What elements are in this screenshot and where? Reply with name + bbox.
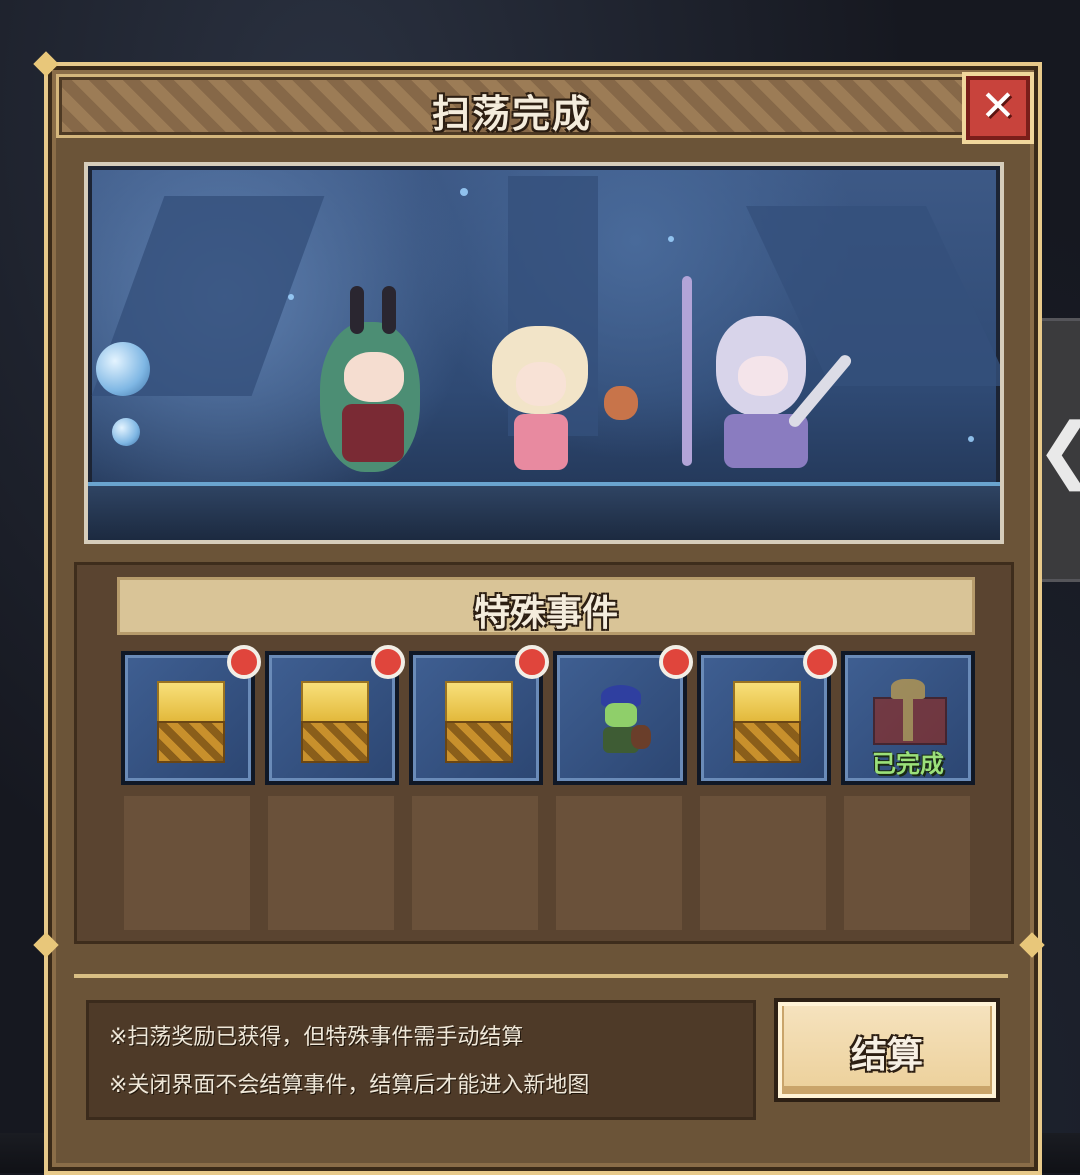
new-badge xyxy=(227,645,261,679)
goblin-merchant-icon xyxy=(593,685,651,757)
scene-sparkle xyxy=(460,188,468,196)
new-badge xyxy=(371,645,405,679)
treasure-chest-icon xyxy=(157,681,225,763)
character-bunny-knight xyxy=(646,276,854,476)
event-slot-chest[interactable] xyxy=(265,645,405,785)
scene-sparkle xyxy=(968,436,974,442)
close-icon: ✕ xyxy=(980,81,1016,130)
character-green-hair xyxy=(320,286,430,472)
event-slot-chest[interactable] xyxy=(121,645,261,785)
event-slot-gift-completed[interactable]: 已完成 xyxy=(841,651,975,785)
new-badge xyxy=(659,645,693,679)
settle-button-label: 结算 xyxy=(850,1035,923,1076)
sweep-complete-dialog: 扫荡完成 ✕ 特殊事件 已完成 ※扫荡奖励已获得，但特殊事件需手动结算 ※关闭界… xyxy=(33,51,1045,1175)
new-badge xyxy=(803,645,837,679)
treasure-chest-icon xyxy=(733,681,801,763)
settle-button[interactable]: 结算 xyxy=(774,998,1000,1102)
event-slot-goblin[interactable] xyxy=(553,645,693,785)
scene-sparkle xyxy=(288,294,294,300)
corner-ornament xyxy=(1019,932,1045,958)
special-events-section: 特殊事件 已完成 xyxy=(74,562,1014,944)
chevron-left-icon: ❮ xyxy=(1036,413,1080,485)
notice-line-close: ※关闭界面不会结算事件，结算后才能进入新地图 xyxy=(109,1073,590,1098)
treasure-chest-icon xyxy=(445,681,513,763)
dialog-footer: ※扫荡奖励已获得，但特殊事件需手动结算 ※关闭界面不会结算事件，结算后才能进入新… xyxy=(74,974,1008,1138)
empty-event-slot xyxy=(841,793,973,933)
dialog-title: 扫荡完成 xyxy=(431,92,592,136)
empty-event-slot xyxy=(121,793,253,933)
empty-event-slot xyxy=(697,793,829,933)
new-badge xyxy=(515,645,549,679)
party-scene-image xyxy=(84,162,1004,544)
completed-label: 已完成 xyxy=(872,750,944,778)
character-cat-girl xyxy=(486,326,638,476)
scene-ground xyxy=(88,482,1000,540)
scene-orb xyxy=(96,342,150,396)
event-slot-chest[interactable] xyxy=(697,645,837,785)
empty-event-slot xyxy=(409,793,541,933)
scene-orb xyxy=(112,418,140,446)
notice-line-reward: ※扫荡奖励已获得，但特殊事件需手动结算 xyxy=(109,1025,524,1050)
treasure-chest-icon xyxy=(301,681,369,763)
empty-event-slot xyxy=(265,793,397,933)
scene-sparkle xyxy=(668,236,674,242)
close-button[interactable]: ✕ xyxy=(962,72,1034,144)
event-slot-chest[interactable] xyxy=(409,645,549,785)
special-events-header: 特殊事件 xyxy=(117,577,975,635)
title-bar: 扫荡完成 xyxy=(56,74,968,138)
special-events-title: 特殊事件 xyxy=(473,593,618,634)
gift-box-icon xyxy=(873,679,947,745)
notice-box: ※扫荡奖励已获得，但特殊事件需手动结算 ※关闭界面不会结算事件，结算后才能进入新… xyxy=(86,1000,756,1120)
empty-event-slot xyxy=(553,793,685,933)
